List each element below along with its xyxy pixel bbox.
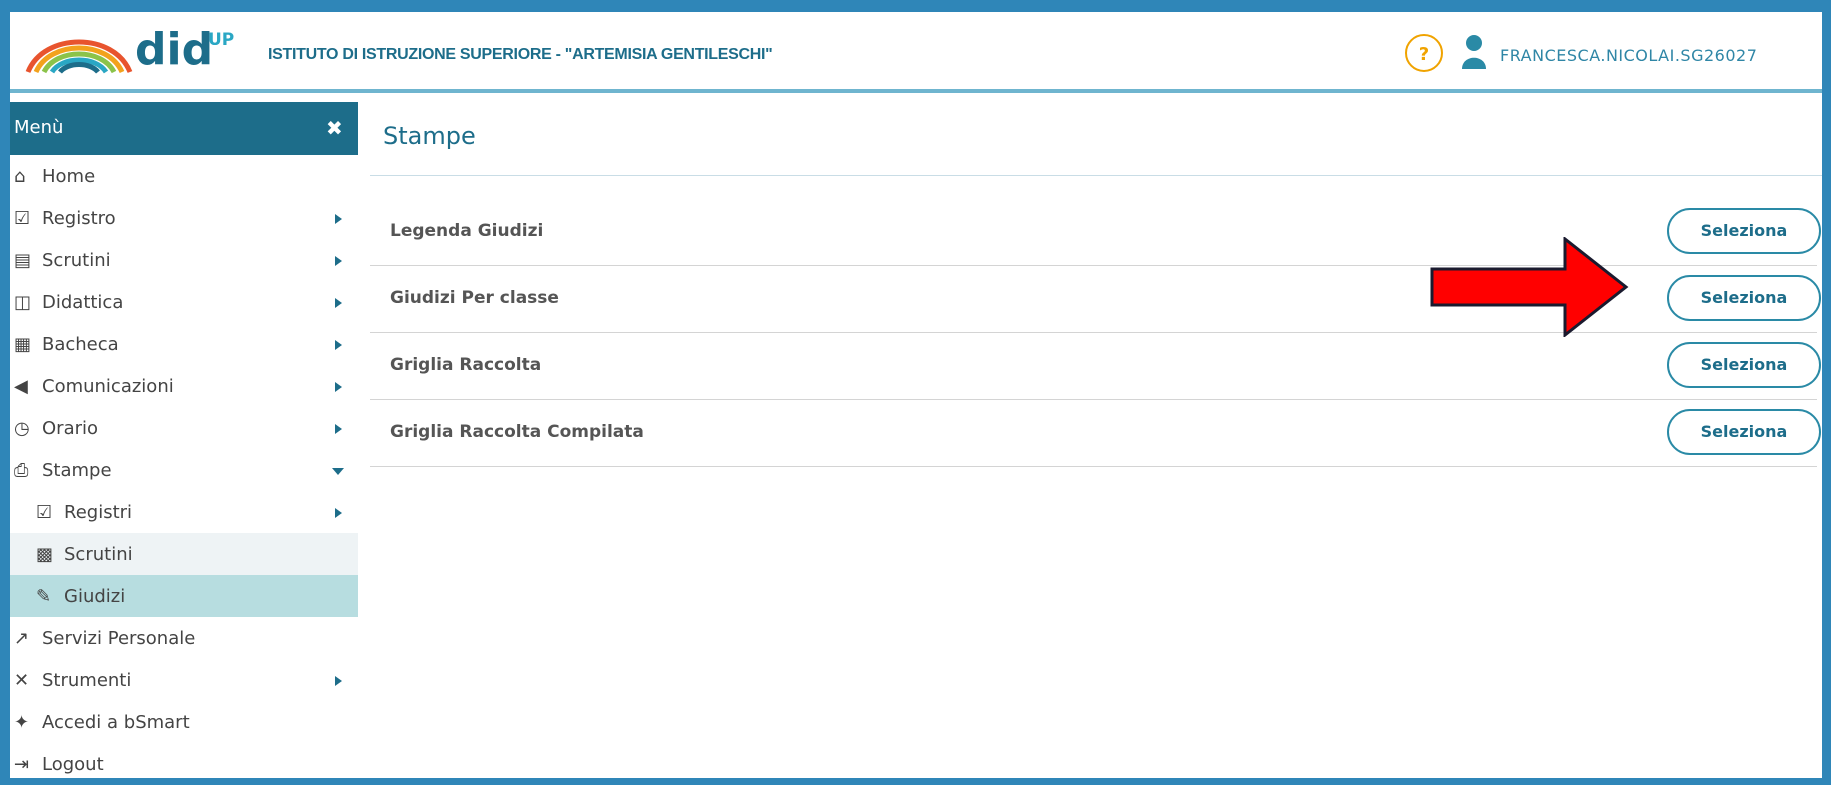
sidebar-item-label: Didattica [42, 291, 124, 313]
tools-icon: ✕ [14, 669, 30, 691]
sidebar-subitem-registri[interactable]: ☑ Registri [10, 491, 358, 533]
calendar-check-icon: ☑ [36, 501, 53, 523]
chevron-right-icon [335, 382, 342, 392]
list-item: Griglia Raccolta Seleziona [370, 333, 1821, 400]
board-icon: ▦ [14, 333, 32, 355]
chevron-right-icon [335, 424, 342, 434]
seleziona-button[interactable]: Seleziona [1667, 409, 1821, 455]
sidebar-item-comunicazioni[interactable]: ◀ Comunicazioni [10, 365, 358, 407]
sidebar-item-stampe[interactable]: ⎙ Stampe [10, 449, 358, 491]
list-item-label: Griglia Raccolta [390, 355, 542, 375]
page-title: Stampe [383, 122, 476, 150]
red-arrow-annotation-icon [1430, 237, 1629, 337]
sidebar-item-label: Scrutini [42, 249, 111, 271]
book-icon: ◫ [14, 291, 32, 313]
sidebar-item-label: Home [42, 165, 96, 187]
close-menu-icon[interactable]: ✖ [326, 116, 343, 140]
menu-header: Menù ✖ [10, 102, 358, 155]
sidebar-item-scrutini[interactable]: ▤ Scrutini [10, 239, 358, 281]
sidebar-item-home[interactable]: ⌂ Home [10, 155, 358, 197]
sidebar-item-label: Logout [42, 753, 104, 775]
sidebar-item-logout[interactable]: ⇥ Logout [10, 743, 358, 785]
chevron-right-icon [335, 256, 342, 266]
megaphone-icon: ◀ [14, 375, 28, 397]
help-button[interactable]: ? [1405, 34, 1443, 72]
seleziona-button[interactable]: Seleziona [1667, 208, 1821, 254]
user-icon[interactable] [1461, 34, 1487, 70]
chevron-right-icon [335, 676, 342, 686]
chevron-right-icon [335, 298, 342, 308]
sidebar-menu: Menù ✖ ⌂ Home ☑ Registro ▤ Scrutini ◫ Di… [10, 102, 358, 778]
chevron-right-icon [335, 214, 342, 224]
menu-title: Menù [14, 117, 64, 138]
share-icon: ↗ [14, 627, 30, 649]
seleziona-button[interactable]: Seleziona [1667, 275, 1821, 321]
chevron-right-icon [335, 508, 342, 518]
main-content: Stampe Legenda Giudizi Seleziona Giudizi… [370, 102, 1822, 467]
sidebar-item-label: Accedi a bSmart [42, 711, 190, 733]
sidebar-item-strumenti[interactable]: ✕ Strumenti [10, 659, 358, 701]
sidebar-item-didattica[interactable]: ◫ Didattica [10, 281, 358, 323]
header: did UP ISTITUTO DI ISTRUZIONE SUPERIORE … [10, 12, 1822, 93]
school-name: ISTITUTO DI ISTRUZIONE SUPERIORE - "ARTE… [268, 46, 773, 63]
sidebar-item-label: Orario [42, 417, 99, 439]
list-item-label: Legenda Giudizi [390, 221, 544, 241]
home-icon: ⌂ [14, 165, 26, 187]
page: did UP ISTITUTO DI ISTRUZIONE SUPERIORE … [10, 12, 1822, 778]
chevron-right-icon [335, 340, 342, 350]
sidebar-item-label: Strumenti [42, 669, 132, 691]
didup-logo-icon [25, 39, 133, 74]
qrcode-icon: ▩ [36, 543, 54, 565]
page-title-bar: Stampe [370, 102, 1822, 176]
bsmart-icon: ✦ [14, 711, 30, 733]
printer-icon: ⎙ [14, 459, 29, 481]
sidebar-item-label: Scrutini [64, 543, 133, 565]
username-label[interactable]: FRANCESCA.NICOLAI.SG26027 [1500, 46, 1757, 65]
sidebar-item-label: Giudizi [64, 585, 126, 607]
clock-icon: ◷ [14, 417, 30, 439]
document-icon: ▤ [14, 249, 32, 271]
sidebar-subitem-giudizi[interactable]: ✎ Giudizi [10, 575, 358, 617]
list-item-label: Griglia Raccolta Compilata [390, 422, 644, 442]
logout-icon: ⇥ [14, 753, 30, 775]
calendar-check-icon: ☑ [14, 207, 31, 229]
sidebar-subitem-scrutini[interactable]: ▩ Scrutini [10, 533, 358, 575]
sidebar-item-orario[interactable]: ◷ Orario [10, 407, 358, 449]
edit-icon: ✎ [36, 585, 52, 607]
sidebar-item-label: Servizi Personale [42, 627, 196, 649]
sidebar-item-label: Registri [64, 501, 133, 523]
logo-text: did [135, 24, 214, 75]
sidebar-item-label: Bacheca [42, 333, 119, 355]
sidebar-item-label: Stampe [42, 459, 112, 481]
logo-superscript: UP [208, 30, 235, 50]
sidebar-item-label: Comunicazioni [42, 375, 174, 397]
sidebar-item-servizi-personale[interactable]: ↗ Servizi Personale [10, 617, 358, 659]
seleziona-button[interactable]: Seleziona [1667, 342, 1821, 388]
list-item: Griglia Raccolta Compilata Seleziona [370, 400, 1821, 467]
list-item-label: Giudizi Per classe [390, 288, 559, 308]
sidebar-item-bacheca[interactable]: ▦ Bacheca [10, 323, 358, 365]
sidebar-item-bsmart[interactable]: ✦ Accedi a bSmart [10, 701, 358, 743]
chevron-down-icon [332, 468, 344, 475]
sidebar-item-registro[interactable]: ☑ Registro [10, 197, 358, 239]
sidebar-item-label: Registro [42, 207, 116, 229]
